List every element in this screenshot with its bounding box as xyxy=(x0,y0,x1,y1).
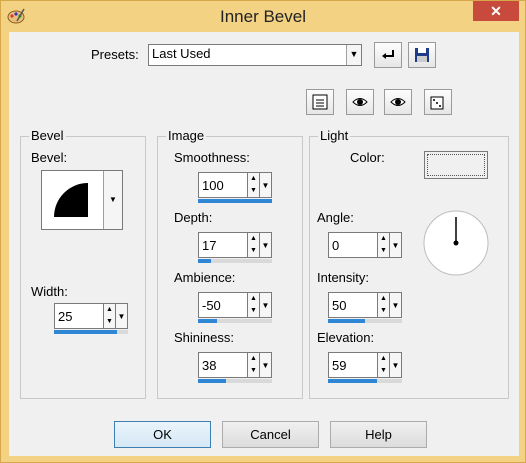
randomize-icon xyxy=(430,96,444,110)
smoothness-spinner[interactable]: 100 ▲ ▼ ▼ xyxy=(198,172,272,204)
elevation-slider[interactable] xyxy=(328,379,402,383)
depth-slider-fill xyxy=(198,259,211,263)
reset-button[interactable] xyxy=(374,42,402,68)
elevation-slider-fill xyxy=(328,379,377,383)
smoothness-updown-icon[interactable]: ▲ ▼ xyxy=(248,172,260,198)
smoothness-label: Smoothness: xyxy=(174,150,250,165)
chevron-down-icon[interactable]: ▼ xyxy=(390,352,402,378)
shininess-value: 38 xyxy=(202,358,217,373)
intensity-spinner[interactable]: 50 ▲ ▼ ▼ xyxy=(328,292,402,324)
depth-value: 17 xyxy=(202,238,217,253)
presets-value: Last Used xyxy=(152,46,211,61)
angle-value: 0 xyxy=(332,238,340,253)
intensity-slider[interactable] xyxy=(328,319,402,323)
cancel-button[interactable]: Cancel xyxy=(222,421,319,448)
elevation-field[interactable]: 59 xyxy=(328,352,378,378)
width-label: Width: xyxy=(31,284,68,299)
intensity-updown-icon[interactable]: ▲ ▼ xyxy=(378,292,390,318)
reset-icon xyxy=(382,50,394,59)
bevel-shape-picker[interactable]: ▼ xyxy=(41,170,123,230)
width-value: 25 xyxy=(58,309,73,324)
image-group-title: Image xyxy=(166,128,207,143)
ambience-label: Ambience: xyxy=(174,270,236,285)
depth-field[interactable]: 17 xyxy=(198,232,248,258)
dialog-layout-icon xyxy=(312,94,328,110)
width-slider-fill xyxy=(54,330,117,334)
light-group: Light Color: Angle: 0 ▲ ▼ ▼ Intensity: 50… xyxy=(309,128,509,399)
intensity-label: Intensity: xyxy=(317,270,370,285)
width-field[interactable]: 25 xyxy=(54,303,104,329)
smoothness-slider-fill xyxy=(198,199,272,203)
window-title: Inner Bevel xyxy=(220,7,306,26)
color-label: Color: xyxy=(350,150,385,165)
presets-label: Presets: xyxy=(91,47,139,62)
intensity-value: 50 xyxy=(332,298,347,313)
width-updown-icon[interactable]: ▲ ▼ xyxy=(104,303,116,329)
depth-label: Depth: xyxy=(174,210,213,225)
bevel-group-title: Bevel xyxy=(29,128,66,143)
chevron-down-icon[interactable]: ▼ xyxy=(390,292,402,318)
bevel-preview-icon xyxy=(54,183,88,217)
elevation-label: Elevation: xyxy=(317,330,375,345)
auto-proof-icon xyxy=(390,98,406,106)
randomize-button[interactable] xyxy=(424,89,452,115)
intensity-slider-fill xyxy=(328,319,365,323)
bevel-label: Bevel: xyxy=(31,150,68,165)
chevron-down-icon[interactable]: ▼ xyxy=(260,352,272,378)
elevation-updown-icon[interactable]: ▲ ▼ xyxy=(378,352,390,378)
chevron-down-icon: ▼ xyxy=(103,171,122,229)
light-color-swatch[interactable] xyxy=(424,151,488,179)
depth-spinner[interactable]: 17 ▲ ▼ ▼ xyxy=(198,232,272,264)
ambience-field[interactable]: -50 xyxy=(198,292,248,318)
save-preset-icon xyxy=(415,48,429,62)
angle-dial[interactable] xyxy=(422,209,490,277)
auto-proof-button[interactable] xyxy=(384,89,412,115)
ambience-slider[interactable] xyxy=(198,319,272,323)
width-slider[interactable] xyxy=(54,330,128,334)
intensity-field[interactable]: 50 xyxy=(328,292,378,318)
chevron-down-icon: ▼ xyxy=(346,45,361,65)
dialog-window: Inner Bevel ✕ Presets: Last Used ▼ Bevel… xyxy=(0,0,526,463)
save-preset-button[interactable] xyxy=(408,42,436,68)
close-button[interactable]: ✕ xyxy=(473,1,519,21)
shininess-spinner[interactable]: 38 ▲ ▼ ▼ xyxy=(198,352,272,384)
shininess-slider[interactable] xyxy=(198,379,272,383)
depth-slider[interactable] xyxy=(198,259,272,263)
ambience-slider-fill xyxy=(198,319,217,323)
bevel-group: Bevel Bevel: ▼ Width: 25 ▲ ▼ ▼ xyxy=(20,128,146,399)
proof-icon xyxy=(352,98,368,106)
chevron-down-icon[interactable]: ▼ xyxy=(116,303,128,329)
ambience-spinner[interactable]: -50 ▲ ▼ ▼ xyxy=(198,292,272,324)
chevron-down-icon[interactable]: ▼ xyxy=(390,232,402,258)
presets-dropdown[interactable]: Last Used ▼ xyxy=(148,44,362,66)
shininess-updown-icon[interactable]: ▲ ▼ xyxy=(248,352,260,378)
smoothness-slider[interactable] xyxy=(198,199,272,203)
title-bar[interactable]: Inner Bevel ✕ xyxy=(1,1,525,32)
chevron-down-icon[interactable]: ▼ xyxy=(260,232,272,258)
shininess-label: Shininess: xyxy=(174,330,234,345)
depth-updown-icon[interactable]: ▲ ▼ xyxy=(248,232,260,258)
light-group-title: Light xyxy=(318,128,351,143)
width-spinner[interactable]: 25 ▲ ▼ ▼ xyxy=(54,303,128,335)
elevation-spinner[interactable]: 59 ▲ ▼ ▼ xyxy=(328,352,402,384)
dialog-content: Presets: Last Used ▼ Bevel Bevel: ▼ Widt… xyxy=(9,32,519,456)
help-button[interactable]: Help xyxy=(330,421,427,448)
smoothness-field[interactable]: 100 xyxy=(198,172,248,198)
ok-button[interactable]: OK xyxy=(114,421,211,448)
angle-label: Angle: xyxy=(317,210,354,225)
angle-spinner[interactable]: 0 ▲ ▼ ▼ xyxy=(328,232,402,264)
elevation-value: 59 xyxy=(332,358,347,373)
image-group: Image Smoothness: 100 ▲ ▼ ▼ Depth: 17 ▲ ▼ … xyxy=(157,128,303,399)
shininess-slider-fill xyxy=(198,379,227,383)
chevron-down-icon[interactable]: ▼ xyxy=(260,292,272,318)
angle-field[interactable]: 0 xyxy=(328,232,378,258)
shininess-field[interactable]: 38 xyxy=(198,352,248,378)
smoothness-value: 100 xyxy=(202,178,224,193)
ambience-updown-icon[interactable]: ▲ ▼ xyxy=(248,292,260,318)
ambience-value: -50 xyxy=(202,298,221,313)
dialog-layout-button[interactable] xyxy=(306,89,334,115)
proof-button[interactable] xyxy=(346,89,374,115)
angle-updown-icon[interactable]: ▲ ▼ xyxy=(378,232,390,258)
chevron-down-icon[interactable]: ▼ xyxy=(260,172,272,198)
